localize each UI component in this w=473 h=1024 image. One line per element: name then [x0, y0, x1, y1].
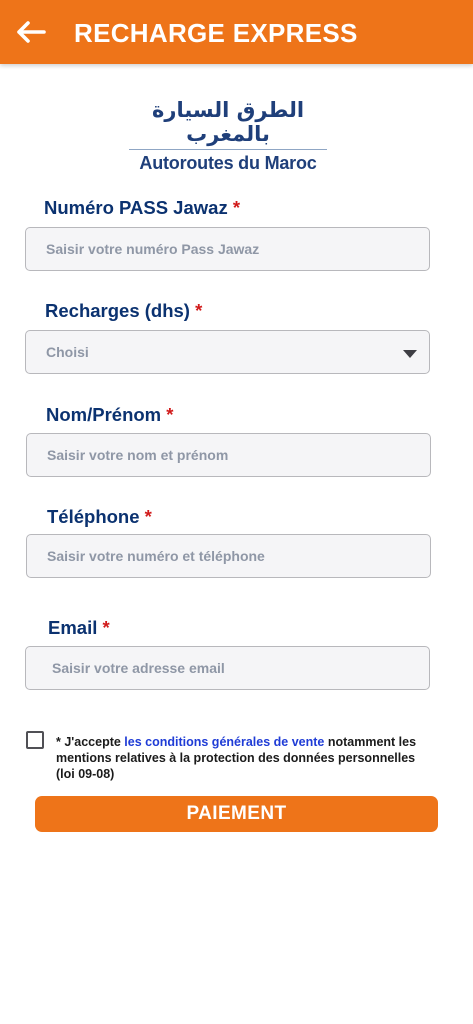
recharges-selected-value: Choisi: [46, 344, 89, 360]
logo-arabic-text: الطرق السيارة بالمغرب: [151, 98, 305, 146]
phone-placeholder: Saisir votre numéro et téléphone: [47, 548, 265, 564]
payment-button[interactable]: PAIEMENT: [35, 796, 438, 832]
terms-prefix: * J'accepte: [56, 735, 125, 749]
chevron-down-icon: [403, 350, 417, 358]
logo-latin-text: Autoroutes du Maroc: [139, 153, 317, 173]
required-mark: *: [166, 404, 174, 425]
recharges-select[interactable]: Choisi: [25, 330, 430, 374]
required-mark: *: [144, 506, 152, 527]
recharges-label-text: Recharges (dhs): [45, 300, 190, 321]
autoroutes-logo: الطرق السيارة بالمغرب Autoroutes du Maro…: [128, 98, 328, 173]
email-label: Email *: [48, 617, 110, 639]
required-mark: *: [102, 617, 110, 638]
phone-label-text: Téléphone: [47, 506, 140, 527]
email-label-text: Email: [48, 617, 98, 638]
pass-jawaz-label-text: Numéro PASS Jawaz: [44, 197, 228, 218]
email-input[interactable]: Saisir votre adresse email: [25, 646, 430, 690]
phone-input[interactable]: Saisir votre numéro et téléphone: [26, 534, 431, 578]
name-input[interactable]: Saisir votre nom et prénom: [26, 433, 431, 477]
phone-label: Téléphone *: [47, 506, 152, 528]
pass-jawaz-label: Numéro PASS Jawaz *: [44, 197, 240, 219]
terms-link[interactable]: les conditions générales de vente: [124, 735, 324, 749]
pass-jawaz-placeholder: Saisir votre numéro Pass Jawaz: [46, 241, 260, 257]
terms-text: * J'accepte les conditions générales de …: [56, 734, 436, 782]
arrow-left-icon: [17, 21, 46, 43]
pass-jawaz-input[interactable]: Saisir votre numéro Pass Jawaz: [25, 227, 430, 271]
required-mark: *: [232, 197, 241, 218]
name-label: Nom/Prénom *: [46, 404, 173, 426]
terms-checkbox[interactable]: [26, 731, 44, 749]
back-button[interactable]: [14, 14, 48, 50]
recharges-label: Recharges (dhs) *: [45, 300, 202, 322]
name-label-text: Nom/Prénom: [46, 404, 162, 425]
logo-divider: [129, 149, 327, 150]
app-bar: RECHARGE EXPRESS: [0, 0, 473, 64]
page-title: RECHARGE EXPRESS: [74, 18, 358, 48]
name-placeholder: Saisir votre nom et prénom: [47, 447, 229, 463]
email-placeholder: Saisir votre adresse email: [52, 660, 225, 676]
required-mark: *: [195, 300, 203, 321]
payment-button-label: PAIEMENT: [186, 803, 287, 824]
